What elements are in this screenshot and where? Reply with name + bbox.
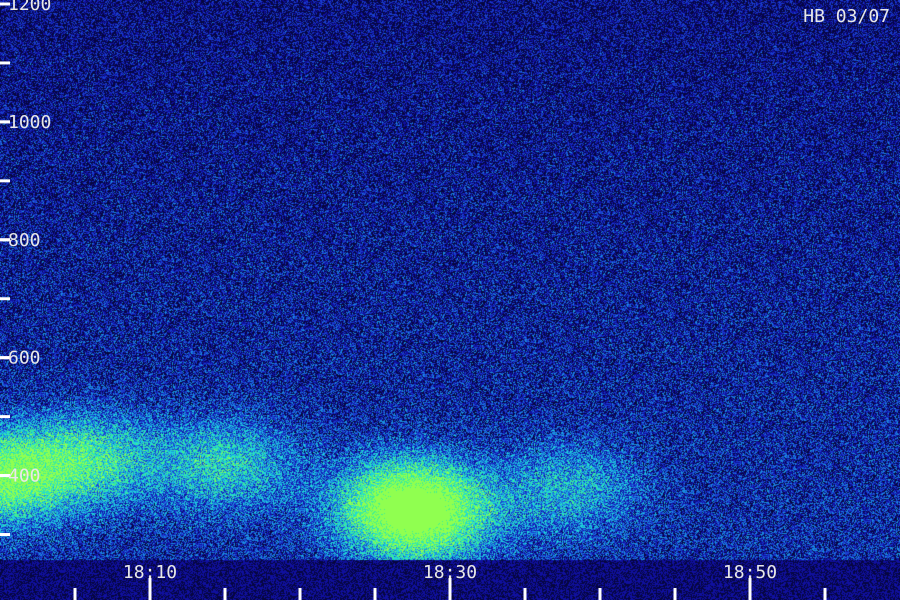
y-tick-label: 800 xyxy=(8,230,41,251)
x-tick-label: 18:10 xyxy=(123,562,177,583)
spectrogram-chart: 1200 1000 800 600 400 18:10 18:30 18:50 HB 03/… xyxy=(0,0,900,600)
chart-overlay: 1200 1000 800 600 400 18:10 18:30 18:50 HB 03/… xyxy=(0,0,890,600)
y-tick-label: 400 xyxy=(8,466,41,487)
y-tick-label: 1000 xyxy=(8,112,51,133)
x-tick-label: 18:50 xyxy=(723,562,777,583)
y-axis-ticks xyxy=(0,2,10,537)
y-tick-label: 600 xyxy=(8,348,41,369)
y-axis-labels: 1200 1000 800 600 400 xyxy=(8,0,51,487)
y-tick-label: 1200 xyxy=(8,0,51,15)
x-axis-labels: 18:10 18:30 18:50 xyxy=(123,562,777,583)
chart-title: HB 03/07 xyxy=(803,6,890,27)
x-tick-label: 18:30 xyxy=(423,562,477,583)
